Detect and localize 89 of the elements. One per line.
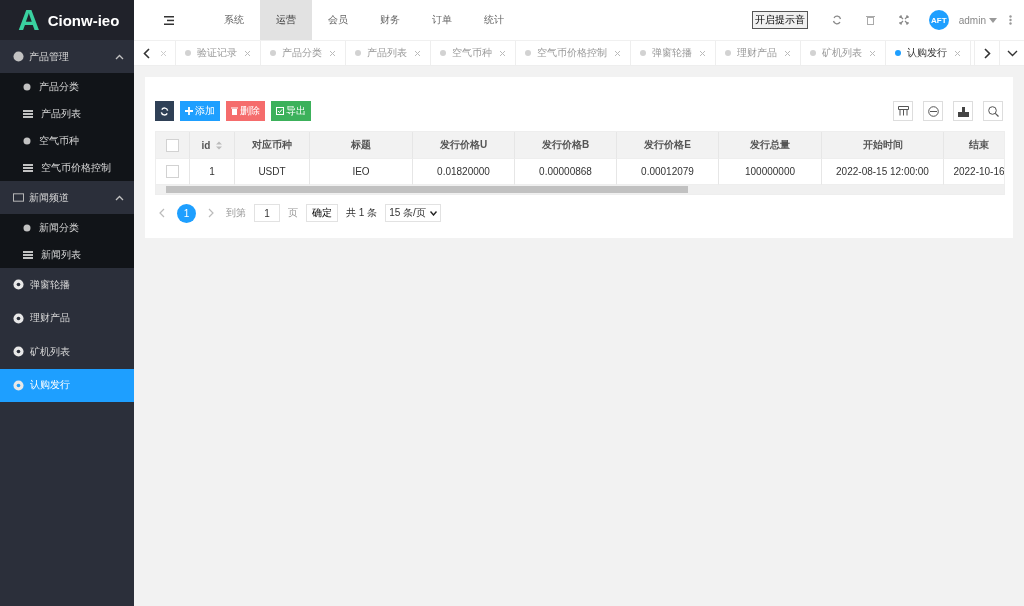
list-icon [23, 109, 33, 118]
nav-tab[interactable]: 系统 [208, 0, 260, 40]
trash-icon[interactable] [865, 15, 875, 25]
page-input[interactable]: 1 [254, 204, 280, 222]
caret-icon[interactable] [989, 17, 997, 23]
menu-icon [13, 379, 24, 391]
dot-icon [23, 223, 31, 232]
menu-icon [13, 279, 24, 291]
menu-icon [13, 51, 24, 62]
upload-icon [957, 105, 969, 117]
chevron-icon [115, 53, 124, 60]
close-icon[interactable] [244, 49, 251, 57]
close-icon[interactable] [160, 49, 167, 57]
list-icon [23, 163, 33, 172]
chevron-right-icon[interactable] [208, 208, 214, 218]
sidebar-group[interactable]: 新闻频道 [0, 181, 134, 214]
column-header: 发行价格E [617, 132, 719, 159]
close-icon[interactable] [954, 49, 961, 57]
logo-letter: A [18, 3, 40, 37]
close-icon[interactable] [329, 49, 336, 57]
sidebar-item[interactable]: 弹窗轮播 [0, 268, 134, 302]
columns-button[interactable] [893, 101, 913, 121]
columns-icon [897, 106, 909, 116]
column-header: 对应币种 [235, 132, 310, 159]
select-all-checkbox[interactable] [166, 138, 179, 152]
sound-toggle-button[interactable]: 开启提示音 [751, 11, 808, 29]
column-header: 标题 [310, 132, 413, 159]
close-icon[interactable] [869, 49, 876, 57]
nav-tab[interactable]: 运营 [260, 0, 312, 40]
chevron-down-icon [1006, 49, 1018, 57]
chevron-left-icon [142, 47, 150, 59]
search-icon [987, 105, 999, 117]
sidebar-item[interactable]: 理财产品 [0, 301, 134, 335]
column-header: 发行价格B [515, 132, 617, 159]
app-name: Cionw-ieo [47, 11, 120, 29]
column-header: 发行总量 [719, 132, 822, 159]
close-icon[interactable] [614, 49, 621, 57]
confirm-button[interactable]: 确定 [306, 204, 338, 222]
search-button[interactable] [983, 101, 1003, 121]
close-icon[interactable] [414, 49, 421, 57]
caret-icon [429, 210, 437, 216]
close-icon[interactable] [784, 49, 791, 57]
page-unit-label: 页 [288, 206, 298, 220]
chevron-icon [115, 194, 124, 201]
user-name[interactable]: admin [958, 14, 986, 26]
horizontal-scrollbar[interactable] [156, 185, 1004, 194]
sidebar-item[interactable]: 空气币种 [0, 127, 134, 154]
page-size-select[interactable]: 15 条/页 [385, 204, 441, 222]
menu-icon [13, 192, 24, 203]
more-icon[interactable] [1009, 15, 1012, 25]
column-header: id [190, 132, 235, 159]
dot-icon [23, 136, 31, 145]
print-button[interactable] [923, 101, 943, 121]
sidebar-item[interactable]: 新闻分类 [0, 214, 134, 241]
close-icon[interactable] [699, 49, 706, 57]
sidebar-item[interactable]: 矿机列表 [0, 335, 134, 369]
nav-tab[interactable]: 统计 [468, 0, 520, 40]
sidebar-group[interactable]: 产品管理 [0, 40, 134, 73]
column-header: 开始时间 [822, 132, 944, 159]
sidebar-item[interactable]: 产品列表 [0, 100, 134, 127]
export-file-button[interactable] [953, 101, 973, 121]
column-header: 结束 [944, 132, 1004, 159]
dot-icon [23, 82, 31, 91]
fullscreen-icon[interactable] [898, 15, 909, 25]
refresh-button[interactable] [155, 101, 174, 121]
menu-icon [13, 346, 24, 358]
list-icon [23, 250, 33, 259]
plus-icon [185, 107, 193, 115]
total-count: 共 1 条 [346, 206, 378, 220]
sidebar-item[interactable]: 产品分类 [0, 73, 134, 100]
goto-label: 到第 [226, 206, 246, 220]
close-icon[interactable] [499, 49, 506, 57]
menu-icon[interactable] [164, 15, 174, 25]
refresh-icon [160, 106, 169, 116]
sort-icon[interactable] [216, 140, 223, 150]
chevron-right-icon [983, 47, 991, 59]
page-tab[interactable]: 认购发行 [886, 41, 971, 65]
nav-tab[interactable]: 订单 [416, 0, 468, 40]
row-checkbox[interactable] [166, 165, 179, 178]
nav-tab[interactable]: 财务 [364, 0, 416, 40]
refresh-icon[interactable] [831, 15, 842, 25]
sidebar-item[interactable]: 新闻列表 [0, 241, 134, 268]
trash-icon [231, 107, 238, 115]
document-icon [276, 107, 284, 115]
column-header: 发行价格U [413, 132, 515, 159]
menu-icon [13, 312, 24, 324]
chevron-left-icon[interactable] [159, 208, 165, 218]
nav-tab[interactable]: 会员 [312, 0, 364, 40]
sidebar-item[interactable]: 空气币价格控制 [0, 154, 134, 181]
